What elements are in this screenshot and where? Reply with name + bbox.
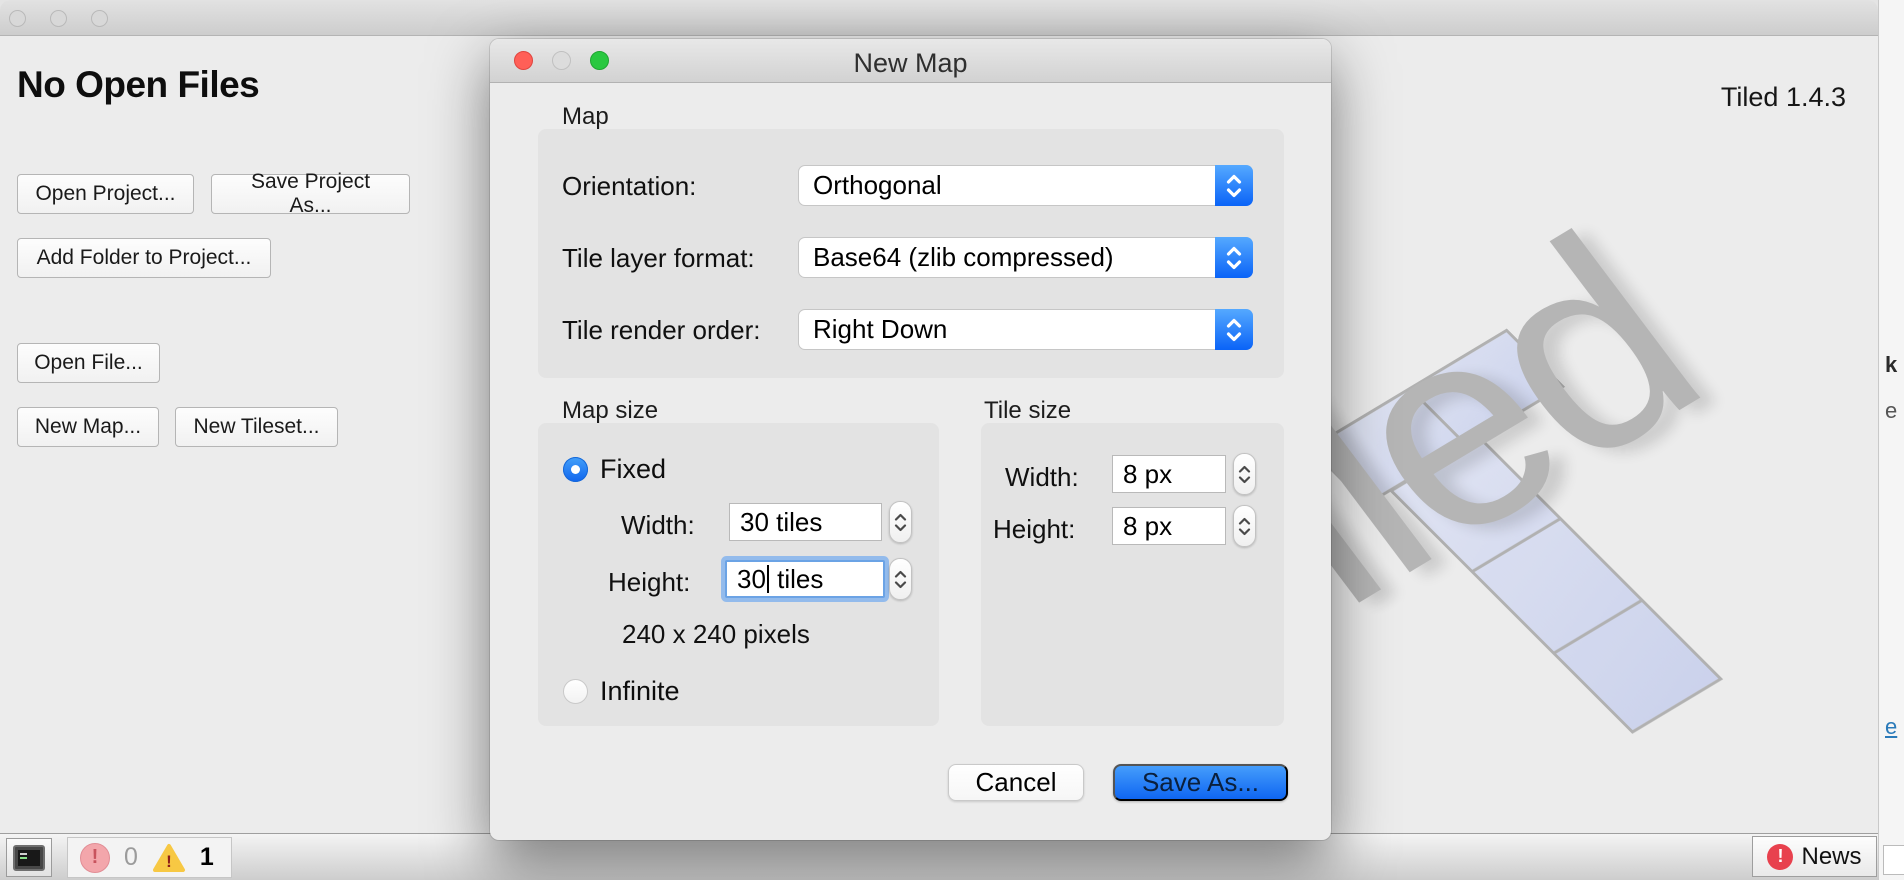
- chevron-down-icon: [894, 524, 907, 532]
- chevron-up-down-icon: [1215, 165, 1253, 206]
- tile-size-group-label: Tile size: [984, 397, 1071, 425]
- fixed-radio-label: Fixed: [600, 454, 666, 485]
- edge-link-fragment[interactable]: e: [1885, 714, 1897, 740]
- version-label: Tiled 1.4.3: [1721, 82, 1846, 113]
- open-project-button[interactable]: Open Project...: [17, 174, 194, 214]
- chevron-up-down-icon: [1215, 309, 1253, 350]
- chevron-down-icon: [1238, 528, 1251, 536]
- chevron-up-down-icon: [1215, 237, 1253, 278]
- main-titlebar: [0, 0, 1878, 36]
- map-height-input[interactable]: 30 tiles: [725, 560, 885, 598]
- tile-height-input[interactable]: 8 px: [1112, 507, 1226, 545]
- chevron-up-icon: [1238, 465, 1251, 473]
- warning-count: 1: [200, 843, 214, 872]
- dialog-titlebar[interactable]: New Map: [490, 39, 1331, 83]
- map-height-label: Height:: [608, 567, 690, 598]
- map-width-label: Width:: [621, 510, 695, 541]
- new-map-button[interactable]: New Map...: [17, 407, 159, 447]
- edge-text-fragment: k: [1885, 352, 1897, 378]
- tile-height-label: Height:: [993, 514, 1075, 545]
- cancel-button[interactable]: Cancel: [948, 764, 1084, 801]
- map-group-label: Map: [562, 103, 609, 131]
- news-button[interactable]: ! News: [1752, 836, 1877, 877]
- tile-render-order-select[interactable]: Right Down: [798, 309, 1253, 350]
- tile-render-order-label: Tile render order:: [562, 315, 760, 346]
- news-badge-icon: !: [1767, 844, 1793, 870]
- fixed-radio[interactable]: [563, 457, 588, 482]
- add-folder-to-project-button[interactable]: Add Folder to Project...: [17, 238, 271, 278]
- zoom-icon[interactable]: [91, 10, 108, 27]
- statusbar: ! 0 ! 1 ! News: [0, 833, 1878, 880]
- open-file-button[interactable]: Open File...: [17, 343, 160, 383]
- new-map-dialog: New Map Map Orientation: Orthogonal Tile…: [490, 39, 1331, 840]
- chevron-up-icon: [894, 570, 907, 578]
- svg-text:!: !: [166, 852, 172, 871]
- edge-text-fragment: e: [1885, 398, 1897, 424]
- new-tileset-button[interactable]: New Tileset...: [175, 407, 338, 447]
- infinite-radio-label: Infinite: [600, 676, 680, 707]
- page-title: No Open Files: [17, 64, 259, 106]
- map-width-input[interactable]: 30 tiles: [729, 503, 882, 541]
- save-project-as-button[interactable]: Save Project As...: [211, 174, 410, 214]
- map-size-group-label: Map size: [562, 397, 658, 425]
- map-pixel-size-text: 240 x 240 pixels: [622, 619, 810, 650]
- tile-width-label: Width:: [1005, 462, 1079, 493]
- close-icon[interactable]: [9, 10, 26, 27]
- tile-layer-format-select[interactable]: Base64 (zlib compressed): [798, 237, 1253, 278]
- console-toggle-button[interactable]: [6, 838, 52, 877]
- chevron-up-icon: [1238, 517, 1251, 525]
- tile-width-input[interactable]: 8 px: [1112, 455, 1226, 493]
- issue-counts-panel[interactable]: ! 0 ! 1: [67, 837, 232, 878]
- error-count: 0: [124, 843, 138, 872]
- text-cursor: [767, 565, 769, 593]
- tile-layer-format-label: Tile layer format:: [562, 243, 755, 274]
- background-window-edge: k e e: [1878, 0, 1904, 880]
- console-icon: [13, 845, 45, 871]
- edge-button-fragment: [1883, 845, 1904, 875]
- tile-width-stepper[interactable]: [1233, 453, 1256, 495]
- dialog-title: New Map: [490, 48, 1331, 79]
- minimize-icon[interactable]: [50, 10, 67, 27]
- tile-height-stepper[interactable]: [1233, 505, 1256, 547]
- error-icon: !: [80, 843, 110, 873]
- map-width-stepper[interactable]: [889, 501, 912, 543]
- infinite-radio[interactable]: [563, 679, 588, 704]
- news-label: News: [1801, 843, 1861, 871]
- chevron-up-icon: [894, 513, 907, 521]
- map-height-stepper[interactable]: [889, 558, 912, 600]
- save-as-button[interactable]: Save As...: [1113, 764, 1288, 801]
- chevron-down-icon: [894, 581, 907, 589]
- warning-icon: !: [152, 843, 186, 873]
- orientation-label: Orientation:: [562, 171, 696, 202]
- chevron-down-icon: [1238, 476, 1251, 484]
- orientation-select[interactable]: Orthogonal: [798, 165, 1253, 206]
